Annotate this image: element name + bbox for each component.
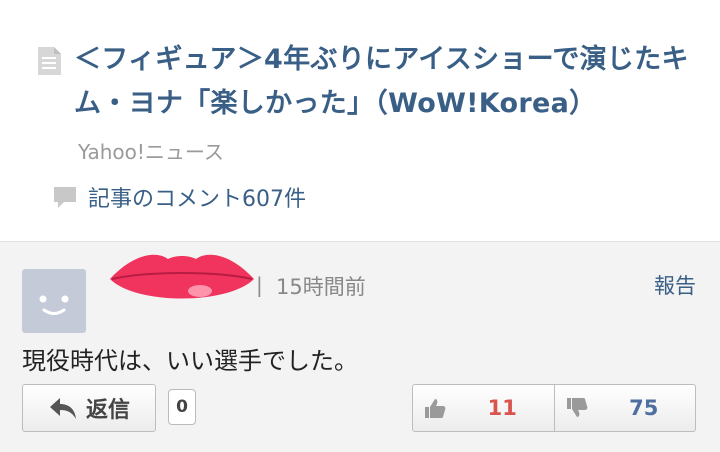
comment-text: 現役時代は、いい選手でした。 bbox=[22, 347, 358, 375]
reply-label: 返信 bbox=[85, 398, 130, 423]
dislike-count: 75 bbox=[629, 396, 659, 420]
reply-arrow-icon bbox=[49, 398, 76, 419]
like-count: 11 bbox=[487, 396, 517, 420]
lips-redaction-sticker bbox=[110, 254, 254, 299]
reply-count-badge: 0 bbox=[168, 389, 196, 425]
default-face-icon bbox=[39, 295, 69, 315]
article-card[interactable]: ＜フィギュア＞4年ぶりにアイスショーで演じたキム・ヨナ「楽しかった」（WoW!K… bbox=[0, 0, 720, 242]
comment-timestamp: 15時間前 bbox=[276, 275, 366, 299]
meta-separator: | bbox=[256, 273, 263, 297]
article-title-link[interactable]: ＜フィギュア＞4年ぶりにアイスショーで演じたキム・ヨナ「楽しかった」（WoW!K… bbox=[74, 38, 694, 126]
article-comments-link[interactable]: 記事のコメント607件 bbox=[52, 182, 306, 212]
document-icon bbox=[38, 47, 61, 75]
user-avatar[interactable] bbox=[22, 269, 86, 333]
comments-count-label: 記事のコメント607件 bbox=[88, 187, 306, 212]
vote-buttons: 11 75 bbox=[412, 384, 696, 432]
like-button[interactable]: 11 bbox=[413, 385, 554, 431]
comment-item: | 15時間前 報告 現役時代は、いい選手でした。 返信 0 11 75 bbox=[0, 243, 720, 452]
report-link[interactable]: 報告 bbox=[654, 270, 696, 300]
comment-bubble-icon bbox=[54, 187, 76, 208]
dislike-button[interactable]: 75 bbox=[553, 385, 696, 431]
reply-button[interactable]: 返信 bbox=[22, 384, 156, 432]
news-source: Yahoo!ニュース bbox=[78, 140, 224, 164]
